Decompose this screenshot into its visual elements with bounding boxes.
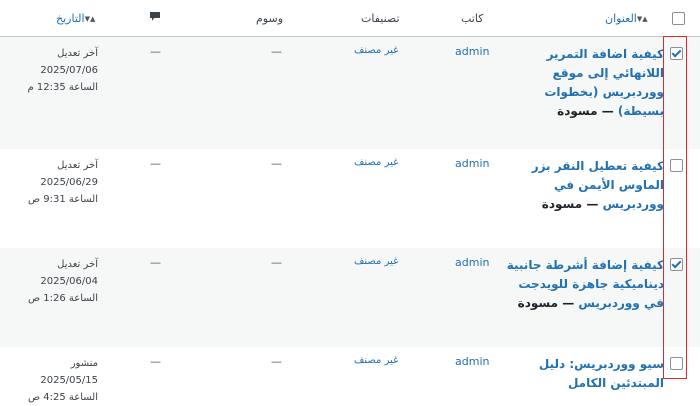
author-link[interactable]: admin	[455, 256, 489, 269]
table-row: كيفية تعطيل النقر بزر الماوس الأيمن في و…	[0, 149, 700, 248]
column-title-header[interactable]: ▲▼العنوان	[605, 12, 651, 25]
column-author-header: كاتب	[461, 12, 484, 25]
tags-value: —	[271, 157, 282, 170]
comments-value: —	[150, 256, 161, 269]
category-link[interactable]: غير مصنف	[354, 256, 398, 267]
post-title: كيفية إضافة أشرطة جانبية ديناميكية جاهزة…	[506, 256, 664, 313]
tags-value: —	[271, 45, 282, 58]
post-date: آخر تعديل 2025/06/04 الساعة 1:26 ص	[27, 259, 98, 304]
post-title: كيفية اضافة التمرير اللانهائي إلى موقع و…	[506, 45, 664, 121]
sort-arrow-icon: ▲▼	[636, 15, 648, 23]
post-title: كيفية تعطيل النقر بزر الماوس الأيمن في و…	[506, 157, 664, 214]
table-row: سيو ووردبريس: دليل المبتدئين الكامل admi…	[0, 347, 700, 406]
post-date: آخر تعديل 2025/07/06 الساعة 12:35 م	[27, 48, 98, 93]
table-row: كيفية إضافة أشرطة جانبية ديناميكية جاهزة…	[0, 248, 700, 347]
post-date: منشور 2025/05/15 الساعة 4:25 ص	[27, 358, 98, 403]
post-state: — مسودة	[517, 296, 575, 310]
category-link[interactable]: غير مصنف	[354, 45, 398, 56]
table-row: كيفية اضافة التمرير اللانهائي إلى موقع و…	[0, 37, 700, 149]
comments-value: —	[150, 355, 161, 368]
sort-arrow-icon: ▲▼	[84, 15, 96, 23]
tags-value: —	[271, 256, 282, 269]
author-link[interactable]: admin	[455, 157, 489, 170]
table-header: ▲▼العنوان كاتب تصنيفات وسوم ▲▼التاريخ	[0, 0, 700, 37]
select-all-checkbox[interactable]	[672, 12, 685, 25]
comments-value: —	[150, 45, 161, 58]
category-link[interactable]: غير مصنف	[354, 355, 398, 366]
category-link[interactable]: غير مصنف	[354, 157, 398, 168]
author-link[interactable]: admin	[455, 355, 489, 368]
comments-column-icon[interactable]	[150, 12, 160, 21]
post-title-link[interactable]: سيو ووردبريس: دليل المبتدئين الكامل	[539, 357, 664, 390]
author-link[interactable]: admin	[455, 45, 489, 58]
post-date: آخر تعديل 2025/06/29 الساعة 9:31 ص	[27, 160, 98, 205]
posts-table: ▲▼العنوان كاتب تصنيفات وسوم ▲▼التاريخ كي…	[0, 0, 700, 406]
post-title: سيو ووردبريس: دليل المبتدئين الكامل	[506, 355, 664, 393]
comments-value: —	[150, 157, 161, 170]
tags-value: —	[271, 355, 282, 368]
checkbox-column-highlight	[663, 36, 687, 379]
post-state: — مسودة	[557, 104, 614, 118]
column-date-header[interactable]: ▲▼التاريخ	[56, 12, 98, 25]
column-tags-header: وسوم	[256, 12, 284, 25]
column-categories-header: تصنيفات	[361, 12, 400, 25]
post-state: — مسودة	[541, 197, 599, 211]
